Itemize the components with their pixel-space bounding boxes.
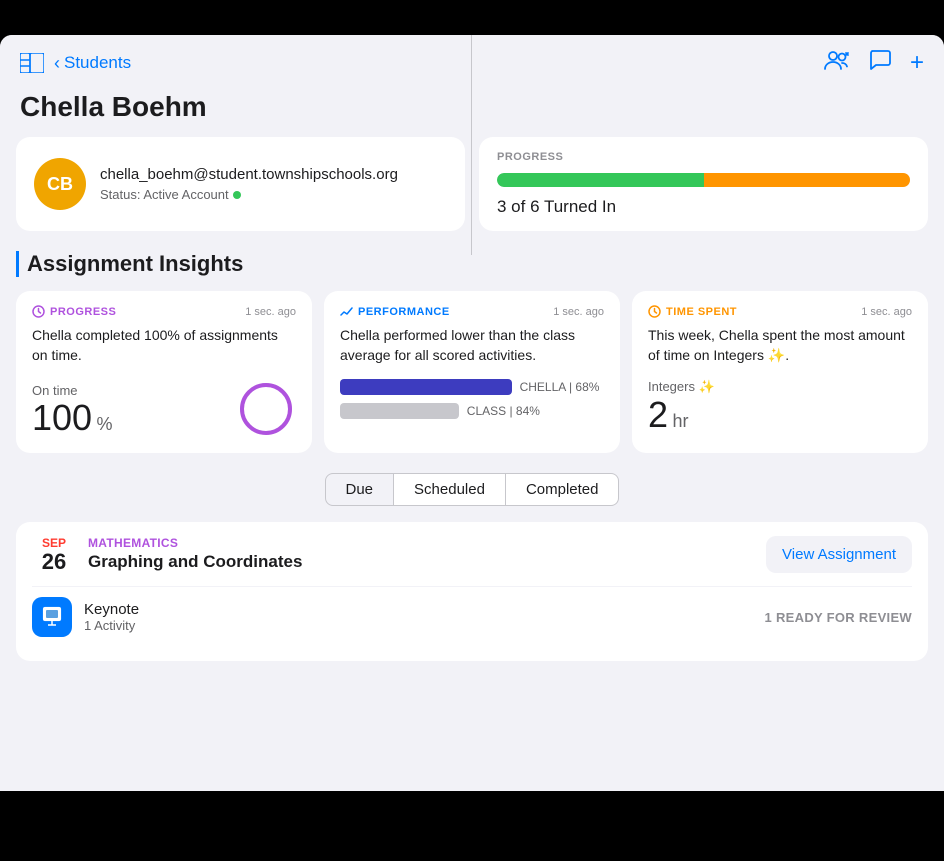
time-value: 2 bbox=[648, 394, 668, 435]
time-value-display: 2 hr bbox=[648, 397, 912, 433]
insight-card-time: TIME SPENT 1 sec. ago This week, Chella … bbox=[632, 291, 928, 453]
activity-status: 1 READY FOR REVIEW bbox=[765, 610, 912, 625]
tab-completed[interactable]: Completed bbox=[506, 473, 620, 506]
progress-card-label: PROGRESS bbox=[497, 151, 910, 163]
time-metric: Integers ✨ 2 hr bbox=[648, 379, 912, 433]
circle-progress-icon bbox=[236, 379, 296, 439]
tab-scheduled[interactable]: Scheduled bbox=[394, 473, 506, 506]
activity-count: 1 Activity bbox=[84, 618, 139, 633]
header-right: + bbox=[824, 49, 924, 77]
perf-label-chella: CHELLA | 68% bbox=[520, 380, 600, 394]
header: ‹ Students bbox=[0, 35, 944, 85]
progress-card: PROGRESS 3 of 6 Turned In bbox=[479, 137, 928, 231]
perf-bars: CHELLA | 68% CLASS | 84% bbox=[340, 379, 604, 419]
insight-type-time: TIME SPENT bbox=[648, 305, 737, 318]
insight-timestamp-0: 1 sec. ago bbox=[245, 306, 296, 318]
progress-bar-green bbox=[497, 173, 704, 187]
insight-type-performance: PERFORMANCE bbox=[340, 305, 450, 318]
metric-value-display: 100 % bbox=[32, 400, 113, 436]
assignment-header: SEP 26 MATHEMATICS Graphing and Coordina… bbox=[32, 536, 912, 574]
metric-left: On time 100 % bbox=[32, 383, 113, 436]
activity-row: Keynote 1 Activity 1 READY FOR REVIEW bbox=[32, 586, 912, 647]
assignment-card: SEP 26 MATHEMATICS Graphing and Coordina… bbox=[16, 522, 928, 661]
progress-bar bbox=[497, 173, 910, 187]
insight-desc-0: Chella completed 100% of assignments on … bbox=[32, 326, 296, 365]
page-title: Chella Boehm bbox=[0, 85, 944, 137]
insights-section: Assignment Insights PROGRESS bbox=[16, 251, 928, 453]
avatar: CB bbox=[34, 158, 86, 210]
insight-header-time: TIME SPENT 1 sec. ago bbox=[648, 305, 912, 318]
sidebar-toggle-icon[interactable] bbox=[20, 53, 44, 73]
time-unit: hr bbox=[672, 411, 688, 431]
back-chevron-icon: ‹ bbox=[54, 53, 60, 74]
insight-type-progress: PROGRESS bbox=[32, 305, 116, 318]
metric-label-0: On time bbox=[32, 383, 113, 398]
filter-tabs: Due Scheduled Completed bbox=[16, 473, 928, 506]
activity-left: Keynote 1 Activity bbox=[32, 597, 139, 637]
metric-unit-0: % bbox=[97, 414, 113, 434]
status-text: Status: Active Account bbox=[100, 187, 229, 202]
assignment-subject: MATHEMATICS bbox=[88, 536, 754, 550]
back-button[interactable]: ‹ Students bbox=[54, 53, 131, 74]
profile-status: Status: Active Account bbox=[100, 187, 398, 202]
perf-label-class: CLASS | 84% bbox=[467, 404, 540, 418]
perf-bar-class bbox=[340, 403, 459, 419]
perf-bar-chella bbox=[340, 379, 512, 395]
perf-bar-row-class: CLASS | 84% bbox=[340, 403, 604, 419]
insight-header-performance: PERFORMANCE 1 sec. ago bbox=[340, 305, 604, 318]
assignment-info: MATHEMATICS Graphing and Coordinates bbox=[76, 536, 766, 572]
profile-email: chella_boehm@student.townshipschools.org bbox=[100, 166, 398, 183]
header-left: ‹ Students bbox=[20, 53, 131, 74]
insight-timestamp-1: 1 sec. ago bbox=[553, 306, 604, 318]
insight-timestamp-2: 1 sec. ago bbox=[861, 306, 912, 318]
add-person-icon[interactable] bbox=[824, 49, 850, 77]
top-section: CB chella_boehm@student.townshipschools.… bbox=[16, 137, 928, 231]
insight-card-performance: PERFORMANCE 1 sec. ago Chella performed … bbox=[324, 291, 620, 453]
profile-card: CB chella_boehm@student.townshipschools.… bbox=[16, 137, 465, 231]
activity-name: Keynote bbox=[84, 601, 139, 618]
view-assignment-button[interactable]: View Assignment bbox=[766, 536, 912, 573]
assignment-day: 26 bbox=[42, 550, 66, 574]
progress-bar-orange bbox=[704, 173, 911, 187]
insight-card-progress: PROGRESS 1 sec. ago Chella completed 100… bbox=[16, 291, 312, 453]
time-topic: Integers ✨ bbox=[648, 379, 912, 395]
plus-icon[interactable]: + bbox=[910, 49, 924, 77]
content-area: CB chella_boehm@student.townshipschools.… bbox=[0, 137, 944, 783]
tab-due[interactable]: Due bbox=[325, 473, 395, 506]
keynote-icon bbox=[32, 597, 72, 637]
assignment-title: Graphing and Coordinates bbox=[88, 552, 754, 572]
insight-header-progress: PROGRESS 1 sec. ago bbox=[32, 305, 296, 318]
chat-icon[interactable] bbox=[868, 49, 892, 77]
assignment-month: SEP bbox=[42, 536, 66, 550]
assignment-date: SEP 26 bbox=[32, 536, 76, 574]
profile-info: chella_boehm@student.townshipschools.org… bbox=[100, 166, 398, 202]
insight-desc-1: Chella performed lower than the class av… bbox=[340, 326, 604, 365]
status-dot bbox=[233, 191, 241, 199]
insight-desc-2: This week, Chella spent the most amount … bbox=[648, 326, 912, 365]
divider-line bbox=[471, 35, 472, 255]
insights-grid: PROGRESS 1 sec. ago Chella completed 100… bbox=[16, 291, 928, 453]
section-title: Assignment Insights bbox=[16, 251, 928, 277]
progress-turned-in: 3 of 6 Turned In bbox=[497, 197, 910, 217]
back-label: Students bbox=[64, 53, 131, 73]
activity-info: Keynote 1 Activity bbox=[84, 601, 139, 633]
perf-bar-row-chella: CHELLA | 68% bbox=[340, 379, 604, 395]
insight-metric-0: On time 100 % bbox=[32, 379, 296, 439]
metric-value-0: 100 bbox=[32, 397, 92, 438]
